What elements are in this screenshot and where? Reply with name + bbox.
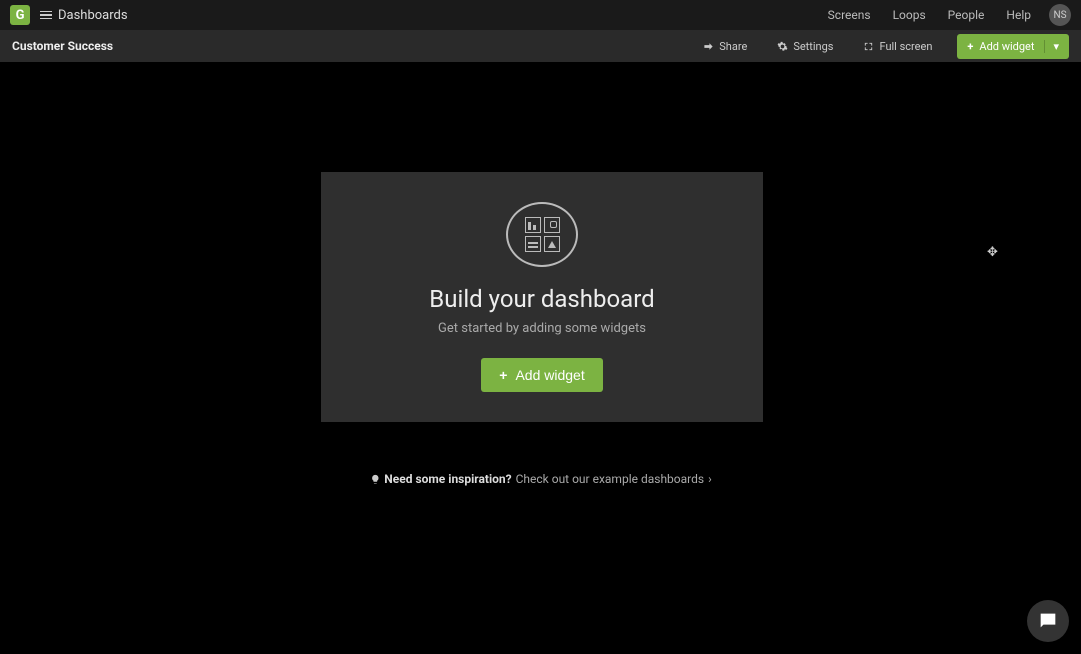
nav-link-people[interactable]: People bbox=[948, 8, 985, 22]
chat-icon bbox=[1037, 610, 1059, 632]
expand-icon bbox=[863, 41, 874, 52]
add-widget-main-button[interactable]: + Add widget bbox=[481, 358, 602, 392]
chevron-down-icon[interactable]: ▾ bbox=[1044, 40, 1059, 53]
dashboard-icon bbox=[506, 202, 578, 267]
hamburger-icon[interactable] bbox=[40, 11, 52, 20]
inspiration-link[interactable]: Need some inspiration? Check out our exa… bbox=[369, 472, 711, 486]
chat-launcher-button[interactable] bbox=[1027, 600, 1069, 642]
nav-link-help[interactable]: Help bbox=[1006, 8, 1031, 22]
move-cursor-icon: ✥ bbox=[987, 245, 998, 260]
plus-icon: + bbox=[967, 40, 973, 53]
fullscreen-button[interactable]: Full screen bbox=[863, 40, 932, 53]
nav-section-title[interactable]: Dashboards bbox=[58, 8, 128, 23]
nav-link-screens[interactable]: Screens bbox=[828, 8, 871, 22]
dashboard-toolbar: Customer Success Share Settings Full scr… bbox=[0, 30, 1081, 62]
settings-button[interactable]: Settings bbox=[777, 40, 833, 53]
empty-state-subtitle: Get started by adding some widgets bbox=[438, 321, 646, 336]
fullscreen-label: Full screen bbox=[879, 40, 932, 53]
top-nav: G Dashboards Screens Loops People Help N… bbox=[0, 0, 1081, 30]
empty-state-card: Build your dashboard Get started by addi… bbox=[321, 172, 763, 422]
gear-icon bbox=[777, 41, 788, 52]
share-icon bbox=[703, 41, 714, 52]
inspiration-bold: Need some inspiration? bbox=[384, 472, 511, 486]
chevron-right-icon: › bbox=[708, 472, 712, 486]
share-button[interactable]: Share bbox=[703, 40, 747, 53]
dashboard-title: Customer Success bbox=[12, 39, 113, 53]
dashboard-canvas: Build your dashboard Get started by addi… bbox=[0, 62, 1081, 654]
user-avatar[interactable]: NS bbox=[1049, 4, 1071, 26]
lightbulb-icon bbox=[369, 474, 380, 485]
empty-state-title: Build your dashboard bbox=[429, 285, 654, 313]
add-widget-main-label: Add widget bbox=[515, 367, 584, 383]
share-label: Share bbox=[719, 40, 747, 53]
inspiration-text: Check out our example dashboards bbox=[516, 472, 704, 486]
add-widget-top-button[interactable]: + Add widget ▾ bbox=[957, 34, 1069, 59]
plus-icon: + bbox=[499, 367, 507, 383]
nav-link-loops[interactable]: Loops bbox=[893, 8, 926, 22]
add-widget-top-label: Add widget bbox=[979, 40, 1034, 53]
settings-label: Settings bbox=[793, 40, 833, 53]
app-logo[interactable]: G bbox=[10, 5, 30, 25]
